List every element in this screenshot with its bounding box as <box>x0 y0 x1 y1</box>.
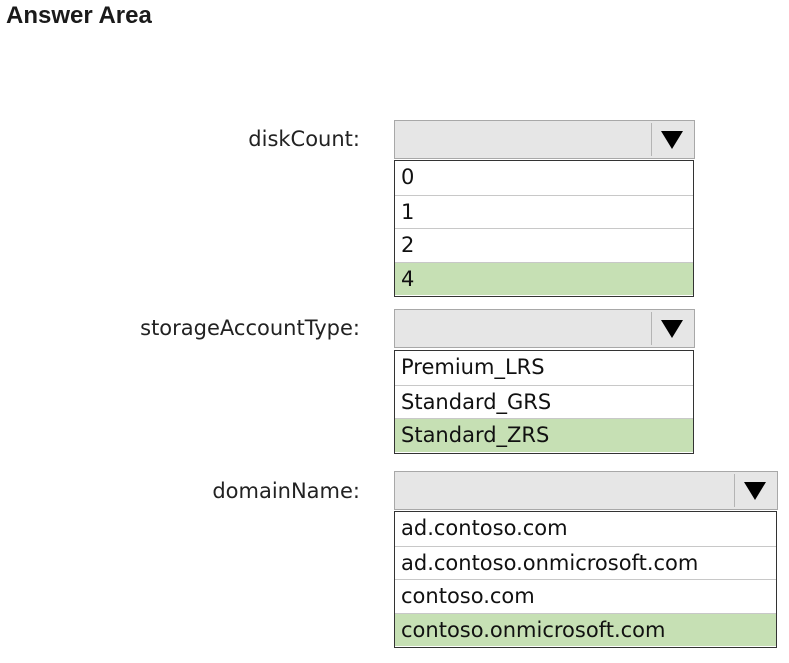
answer-area-heading: Answer Area <box>6 2 152 29</box>
storage-account-type-dropdown[interactable] <box>394 309 695 348</box>
domain-name-option-selected[interactable]: contoso.onmicrosoft.com <box>395 612 776 646</box>
triangle-down-icon <box>744 481 766 500</box>
disk-count-option-selected[interactable]: 4 <box>395 261 693 295</box>
domain-name-options: ad.contoso.com ad.contoso.onmicrosoft.co… <box>394 511 777 648</box>
disk-count-label: diskCount: <box>248 127 360 151</box>
domain-name-option[interactable]: ad.contoso.com <box>395 512 776 546</box>
domain-name-dropdown[interactable] <box>394 471 778 510</box>
domain-name-option[interactable]: ad.contoso.onmicrosoft.com <box>395 545 776 580</box>
domain-name-label: domainName: <box>212 479 360 503</box>
storage-account-type-options: Premium_LRS Standard_GRS Standard_ZRS <box>394 350 694 454</box>
storage-account-type-dropdown-button[interactable] <box>651 312 692 345</box>
domain-name-dropdown-button[interactable] <box>734 474 775 507</box>
storage-account-type-option[interactable]: Premium_LRS <box>395 351 693 385</box>
storage-account-type-option-selected[interactable]: Standard_ZRS <box>395 418 693 452</box>
disk-count-dropdown[interactable] <box>394 120 695 159</box>
disk-count-option[interactable]: 0 <box>395 161 693 195</box>
storage-account-type-label: storageAccountType: <box>140 316 360 340</box>
triangle-down-icon <box>661 319 683 338</box>
disk-count-option[interactable]: 2 <box>395 228 693 262</box>
disk-count-option[interactable]: 1 <box>395 194 693 229</box>
triangle-down-icon <box>661 130 683 149</box>
disk-count-dropdown-button[interactable] <box>651 123 692 156</box>
domain-name-option[interactable]: contoso.com <box>395 579 776 613</box>
disk-count-options: 0 1 2 4 <box>394 160 694 297</box>
storage-account-type-option[interactable]: Standard_GRS <box>395 384 693 419</box>
